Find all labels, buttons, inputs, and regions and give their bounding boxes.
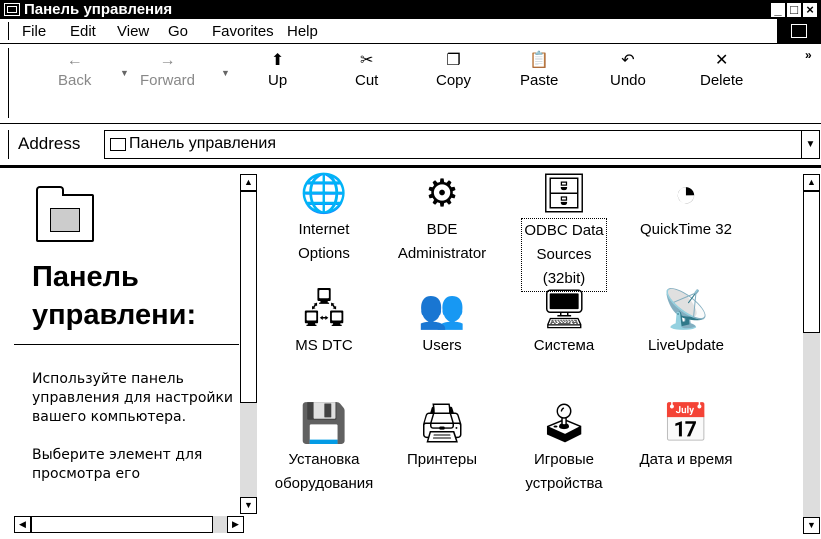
computer-icon: 🖥 [540,289,589,331]
control-panel-small-icon [110,138,126,151]
forward-button[interactable]: → Forward [140,50,195,89]
odbc-database-icon: 🗄 [540,173,589,215]
close-button[interactable]: × [802,2,818,18]
scroll-left-icon[interactable]: ◀ [14,516,31,533]
menu-bar: File Edit View Go Favorites Help [0,19,821,44]
icon-view-vscrollbar[interactable]: ▲ ▼ [803,174,820,534]
window-title: Панель управления [24,1,173,18]
scissors-icon: ✂ [359,52,374,69]
hardware-icon: 💾 [300,403,348,445]
maximize-button[interactable]: □ [786,2,802,18]
standard-toolbar: ← Back ▼ → Forward ▼ ⬆ Up ✂ Cut ❐ Copy 📋… [0,44,821,124]
up-button[interactable]: ⬆ Up [268,50,287,89]
info-pane: Панель управлени: Используйте панель упр… [14,174,239,514]
minimize-button[interactable]: _ [770,2,786,18]
scroll-down-icon[interactable]: ▼ [240,497,257,514]
bde-gear-icon: ⚙ [424,173,460,215]
address-bar: Address Панель управления ▼ [0,124,821,166]
scroll-up-icon[interactable]: ▲ [240,174,257,191]
quicktime-icon: ◔ [674,173,698,215]
liveupdate-icon: 📡 [662,289,710,331]
back-dropdown-icon[interactable]: ▼ [120,68,129,78]
delete-x-icon: ✕ [714,52,729,69]
menu-favorites[interactable]: Favorites [212,23,274,40]
icon-view: 🌐 Internet Options ⚙ BDE Administrator 🗄… [262,168,802,539]
info-pane-vscrollbar[interactable]: ▲ ▼ [240,174,257,514]
back-button[interactable]: ← Back [58,50,91,89]
joystick-icon: 🕹 [540,403,589,445]
paste-button[interactable]: 📋 Paste [520,50,558,89]
item-users[interactable]: 👥 Users [380,286,504,358]
scroll-thumb[interactable] [803,191,820,333]
toolbar-grip[interactable] [4,48,9,118]
scroll-thumb[interactable] [240,191,257,403]
toolbar-overflow-chevron-icon[interactable]: » [805,48,812,62]
copy-button[interactable]: ❐ Copy [436,50,471,89]
item-date-time[interactable]: 📅 Дата и время [624,400,748,472]
pane-description: Используйте панель управления для настро… [32,371,234,482]
item-game-controllers[interactable]: 🕹 Игровые устройства [502,400,626,496]
item-liveupdate[interactable]: 📡 LiveUpdate [624,286,748,358]
scroll-up-icon[interactable]: ▲ [803,174,820,191]
control-panel-icon[interactable] [4,3,20,16]
item-internet-options[interactable]: 🌐 Internet Options [262,170,386,266]
menu-view[interactable]: View [117,23,149,40]
globe-tools-icon: 🌐 [300,173,348,215]
item-quicktime-32[interactable]: ◔ QuickTime 32 [624,170,748,242]
windows-logo-throbber [777,19,821,43]
menu-go[interactable]: Go [168,23,188,40]
undo-button[interactable]: ↶ Undo [610,50,646,89]
forward-arrow-icon: → [159,52,176,69]
item-printers[interactable]: 🖨 Принтеры [380,400,504,472]
pane-divider [14,344,239,345]
address-grip[interactable] [4,130,9,159]
scroll-down-icon[interactable]: ▼ [803,517,820,534]
windows-logo-icon [791,24,807,38]
folder-up-icon: ⬆ [270,52,285,69]
cut-button[interactable]: ✂ Cut [355,50,378,89]
delete-button[interactable]: ✕ Delete [700,50,743,89]
item-ms-dtc[interactable]: 🖧 MS DTC [262,286,386,358]
undo-icon: ↶ [621,52,635,69]
title-bar[interactable]: Панель управления _ □ × [0,0,821,19]
back-arrow-icon: ← [66,52,83,69]
users-icon: 👥 [418,289,466,331]
item-system[interactable]: 🖥 Система [502,286,626,358]
calendar-clock-icon: 📅 [662,403,710,445]
control-panel-folder-icon [36,186,94,242]
address-input[interactable]: Панель управления ▼ [104,130,820,159]
address-label: Address [18,134,81,153]
forward-dropdown-icon[interactable]: ▼ [221,68,230,78]
copy-icon: ❐ [446,52,461,69]
address-dropdown-button[interactable]: ▼ [801,130,820,159]
info-pane-hscrollbar[interactable]: ◀ ▶ [14,516,244,533]
scroll-right-icon[interactable]: ▶ [227,516,244,533]
item-odbc-data-sources[interactable]: 🗄 ODBC Data Sources (32bit) [502,170,626,292]
menu-grip[interactable] [4,22,9,40]
menu-edit[interactable]: Edit [70,23,96,40]
menu-file[interactable]: File [22,23,46,40]
item-add-hardware[interactable]: 💾 Установка оборудования [262,400,386,496]
hscroll-thumb[interactable] [31,516,213,533]
menu-help[interactable]: Help [287,23,318,40]
address-value[interactable]: Панель управления [129,135,276,153]
printer-icon: 🖨 [418,403,467,445]
item-bde-administrator[interactable]: ⚙ BDE Administrator [380,170,504,266]
network-nodes-icon: 🖧 [302,289,346,331]
pane-title: Панель управлени: [32,261,197,331]
content-area: Панель управлени: Используйте панель упр… [0,166,821,539]
clipboard-icon: 📋 [529,52,550,69]
